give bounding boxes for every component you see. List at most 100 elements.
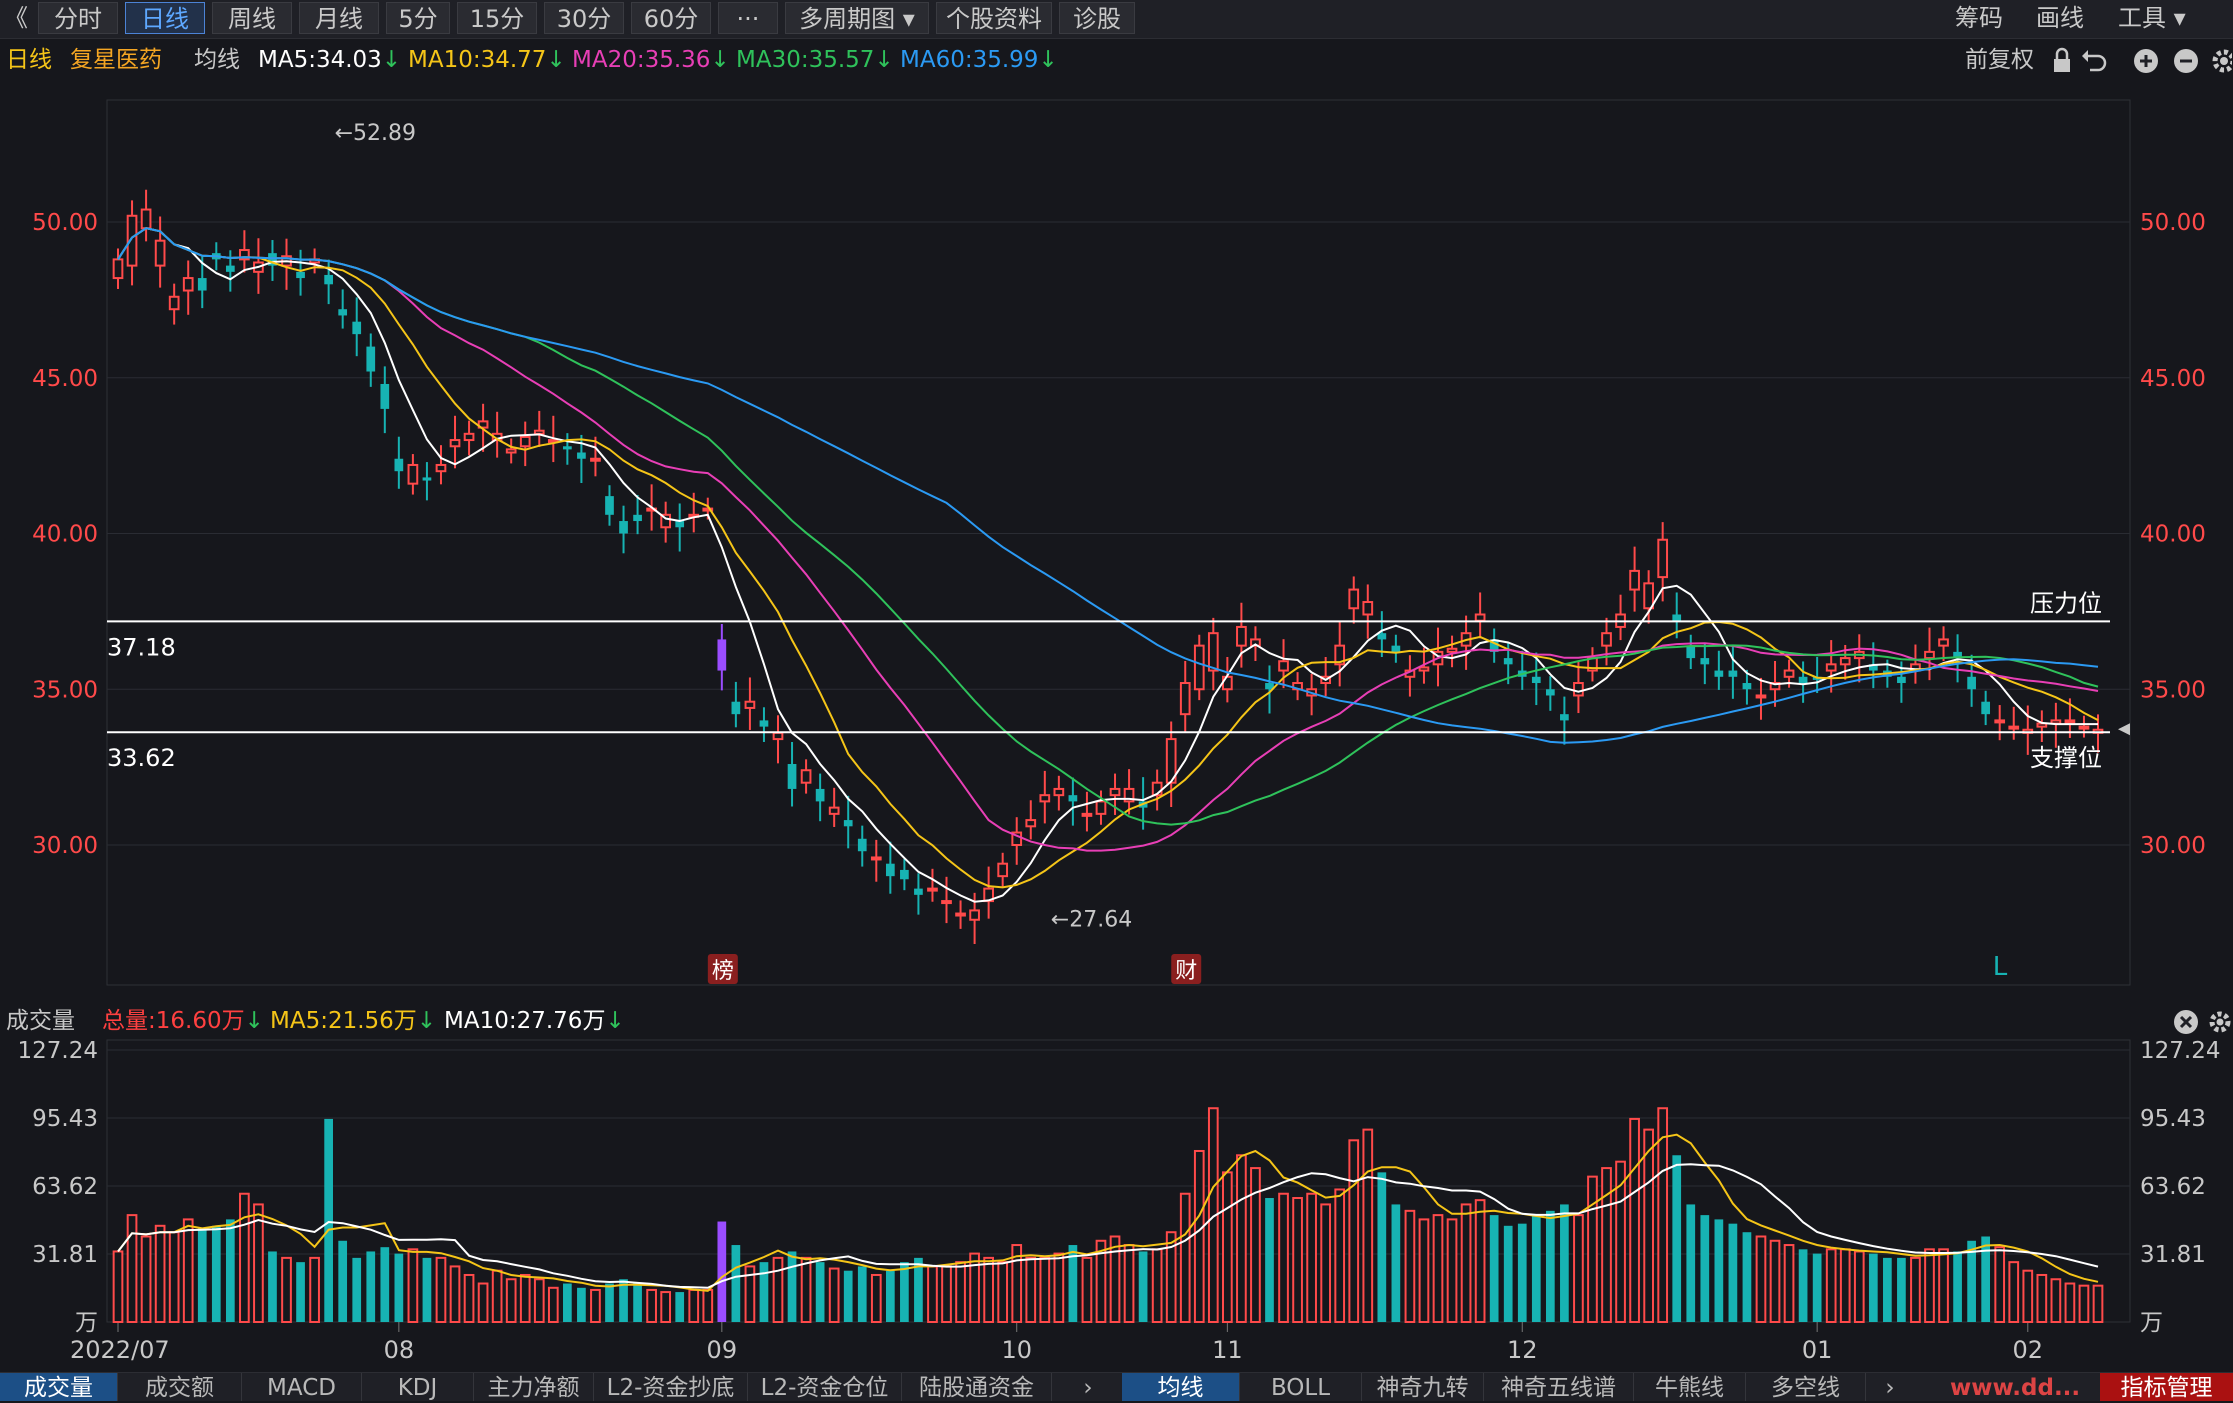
- candle-body[interactable]: [717, 639, 727, 671]
- candle-body[interactable]: [800, 769, 812, 784]
- volume-bar[interactable]: [1783, 1244, 1795, 1324]
- candle-body[interactable]: [1377, 633, 1387, 640]
- volume-bar[interactable]: [927, 1265, 938, 1324]
- candle-body[interactable]: [435, 463, 447, 473]
- candle-body[interactable]: [870, 856, 882, 861]
- candle-body[interactable]: [1053, 787, 1065, 797]
- volume-bar[interactable]: [1489, 1215, 1499, 1322]
- volume-bar[interactable]: [1265, 1198, 1274, 1322]
- volume-bar[interactable]: [702, 1288, 714, 1323]
- volume-bar[interactable]: [126, 1214, 138, 1323]
- candle-body[interactable]: [1825, 663, 1837, 672]
- candle-body[interactable]: [1278, 660, 1289, 672]
- volume-bar[interactable]: [296, 1262, 305, 1322]
- volume-bar[interactable]: [112, 1250, 124, 1324]
- volume-bar[interactable]: [870, 1273, 882, 1323]
- volume-bar[interactable]: [1151, 1248, 1163, 1324]
- indicator-tab-3[interactable]: KDJ: [362, 1373, 474, 1401]
- volume-bar[interactable]: [1573, 1214, 1584, 1323]
- indicator-manage-button[interactable]: 指标管理: [2100, 1373, 2233, 1401]
- overlay-tab-0[interactable]: 均线: [1122, 1373, 1240, 1401]
- volume-bar[interactable]: [1474, 1199, 1486, 1323]
- candle-body[interactable]: [828, 806, 840, 815]
- volume-bar[interactable]: [533, 1278, 545, 1323]
- volume-bar[interactable]: [815, 1262, 825, 1322]
- volume-bar[interactable]: [1391, 1204, 1401, 1322]
- volume-bar[interactable]: [759, 1262, 769, 1322]
- volume-bar[interactable]: [688, 1288, 700, 1323]
- volume-bar[interactable]: [1643, 1128, 1654, 1323]
- volume-bar[interactable]: [857, 1266, 867, 1322]
- candle-body[interactable]: [969, 909, 980, 921]
- candle-body[interactable]: [619, 521, 628, 534]
- volume-bar[interactable]: [843, 1270, 853, 1322]
- volume-bar[interactable]: [885, 1270, 895, 1322]
- candle-body[interactable]: [1418, 666, 1430, 672]
- volume-bar[interactable]: [1334, 1188, 1346, 1323]
- candle-body[interactable]: [955, 912, 966, 917]
- candle-body[interactable]: [505, 448, 517, 454]
- volume-bar[interactable]: [2064, 1282, 2076, 1323]
- candle-body[interactable]: [296, 271, 305, 279]
- volume-bar[interactable]: [2050, 1278, 2062, 1323]
- volume-bar[interactable]: [1109, 1235, 1121, 1324]
- volume-bar[interactable]: [1432, 1214, 1444, 1323]
- volume-bar[interactable]: [1755, 1235, 1767, 1324]
- candle-body[interactable]: [1981, 701, 1991, 715]
- candle-body[interactable]: [182, 277, 194, 292]
- volume-bar[interactable]: [1853, 1250, 1865, 1324]
- volume-bar[interactable]: [380, 1247, 390, 1322]
- volume-bar[interactable]: [605, 1283, 614, 1322]
- overlay-tab-3[interactable]: 神奇五线谱: [1484, 1373, 1634, 1401]
- candle-body[interactable]: [1391, 645, 1401, 652]
- candle-body[interactable]: [1545, 689, 1555, 696]
- candle-body[interactable]: [927, 887, 938, 892]
- volume-bar[interactable]: [2008, 1261, 2020, 1324]
- volume-bar[interactable]: [281, 1256, 292, 1324]
- volume-bar[interactable]: [239, 1192, 250, 1323]
- candle-body[interactable]: [1643, 582, 1654, 610]
- candle-body[interactable]: [787, 764, 797, 789]
- volume-bar[interactable]: [1278, 1192, 1289, 1323]
- volume-bar[interactable]: [941, 1265, 952, 1324]
- candle-body[interactable]: [900, 869, 909, 880]
- candle-body[interactable]: [463, 432, 475, 442]
- volume-bar[interactable]: [140, 1235, 152, 1324]
- volume-bar[interactable]: [1938, 1248, 1949, 1324]
- volume-bar[interactable]: [1883, 1257, 1892, 1322]
- volume-bar[interactable]: [1503, 1225, 1513, 1322]
- candle-body[interactable]: [1236, 625, 1247, 647]
- indicator-tab-4[interactable]: 主力净额: [474, 1373, 594, 1401]
- candle-body[interactable]: [2064, 719, 2076, 724]
- candle-body[interactable]: [2008, 725, 2020, 730]
- volume-bar[interactable]: [1629, 1117, 1640, 1323]
- candle-body[interactable]: [449, 439, 461, 448]
- volume-bar[interactable]: [1897, 1257, 1906, 1322]
- candle-body[interactable]: [914, 888, 923, 895]
- volume-bar[interactable]: [563, 1283, 572, 1322]
- volume-bar[interactable]: [1742, 1232, 1752, 1322]
- volume-bar[interactable]: [435, 1256, 447, 1324]
- candle-body[interactable]: [633, 514, 642, 522]
- candle-body[interactable]: [394, 458, 404, 472]
- indicator-tab-5[interactable]: L2-资金抄底: [594, 1373, 748, 1401]
- volume-bar[interactable]: [1362, 1128, 1374, 1323]
- volume-bar[interactable]: [828, 1267, 840, 1324]
- volume-bar[interactable]: [1446, 1218, 1458, 1323]
- candle-body[interactable]: [519, 435, 531, 448]
- volume-bar[interactable]: [1545, 1210, 1555, 1322]
- volume-bar[interactable]: [787, 1251, 797, 1322]
- volume-bar[interactable]: [154, 1224, 166, 1323]
- candle-body[interactable]: [1601, 632, 1612, 647]
- volume-bar[interactable]: [366, 1251, 376, 1322]
- candle-body[interactable]: [1025, 819, 1037, 828]
- volume-bar[interactable]: [1404, 1209, 1416, 1323]
- volume-bar[interactable]: [633, 1283, 642, 1322]
- volume-bar[interactable]: [1994, 1246, 2006, 1324]
- volume-bar[interactable]: [324, 1118, 333, 1322]
- candle-body[interactable]: [731, 701, 741, 715]
- settings-icon[interactable]: [2209, 1011, 2231, 1033]
- candle-body[interactable]: [1446, 647, 1458, 653]
- volume-bar[interactable]: [1053, 1252, 1065, 1324]
- volume-bar[interactable]: [547, 1286, 559, 1323]
